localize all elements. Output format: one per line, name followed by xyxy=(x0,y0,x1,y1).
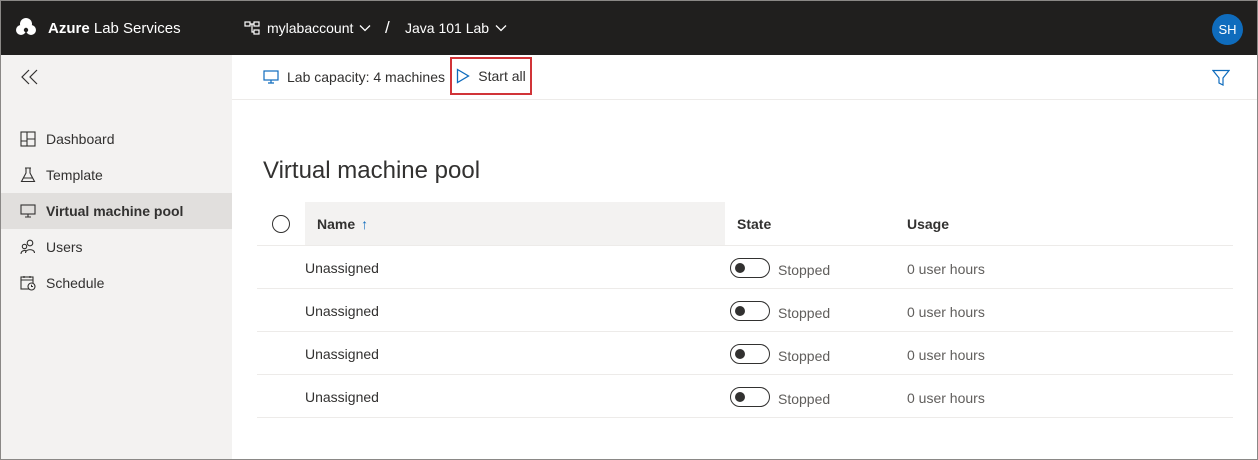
sidebar-item-virtual-machine-pool[interactable]: Virtual machine pool xyxy=(1,193,232,229)
column-header-state[interactable]: State xyxy=(737,216,771,232)
start-all-label: Start all xyxy=(478,68,526,84)
play-icon xyxy=(457,68,471,84)
double-chevron-left-icon[interactable] xyxy=(21,69,39,85)
lab-name: Java 101 Lab xyxy=(405,20,490,36)
sidebar-item-label: Dashboard xyxy=(46,131,115,147)
lab-account-icon xyxy=(244,21,260,35)
vm-state: Stopped xyxy=(778,391,831,407)
sidebar: Dashboard Template Virtual machine pool … xyxy=(1,55,232,459)
lab-selector[interactable]: Java 101 Lab xyxy=(405,20,507,36)
vm-state-toggle[interactable] xyxy=(730,301,770,321)
sidebar-item-label: Users xyxy=(46,239,83,255)
top-bar: Azure Lab Services mylabaccount / Java 1… xyxy=(1,1,1257,55)
command-bar: Lab capacity: 4 machines Start all xyxy=(232,55,1257,100)
vm-usage: 0 user hours xyxy=(907,304,985,320)
start-all-button[interactable]: Start all xyxy=(450,57,532,95)
flask-icon xyxy=(20,167,36,183)
vm-name: Unassigned xyxy=(305,260,379,276)
vm-name: Unassigned xyxy=(305,303,379,319)
sidebar-item-dashboard[interactable]: Dashboard xyxy=(1,121,232,157)
dashboard-icon xyxy=(20,131,36,147)
sidebar-item-template[interactable]: Template xyxy=(1,157,232,193)
vm-state-toggle[interactable] xyxy=(730,344,770,364)
lab-account-selector[interactable]: mylabaccount xyxy=(244,20,378,36)
vm-state: Stopped xyxy=(778,348,831,364)
select-all-checkbox[interactable] xyxy=(272,215,290,233)
user-avatar[interactable]: SH xyxy=(1212,14,1243,45)
vm-state: Stopped xyxy=(778,305,831,321)
vm-state: Stopped xyxy=(778,262,831,278)
sidebar-item-users[interactable]: Users xyxy=(1,229,232,265)
page-title: Virtual machine pool xyxy=(263,157,481,184)
table-row[interactable]: Unassigned Stopped 0 user hours xyxy=(257,289,1233,332)
vm-state-toggle[interactable] xyxy=(730,258,770,278)
lab-capacity[interactable]: Lab capacity: 4 machines xyxy=(263,69,445,85)
lab-capacity-label: Lab capacity: 4 machines xyxy=(287,69,445,85)
filter-icon[interactable] xyxy=(1212,69,1230,87)
sidebar-item-label: Virtual machine pool xyxy=(46,203,184,219)
column-header-usage[interactable]: Usage xyxy=(907,216,949,232)
table-row[interactable]: Unassigned Stopped 0 user hours xyxy=(257,375,1233,418)
vm-usage: 0 user hours xyxy=(907,390,985,406)
table-row[interactable]: Unassigned Stopped 0 user hours xyxy=(257,332,1233,375)
vm-name: Unassigned xyxy=(305,389,379,405)
azure-lab-services-logo-icon xyxy=(16,18,36,35)
chevron-down-icon xyxy=(495,25,507,32)
monitor-icon xyxy=(20,204,36,218)
monitor-icon xyxy=(263,70,279,84)
calendar-icon xyxy=(20,276,36,291)
table-row[interactable]: Unassigned Stopped 0 user hours xyxy=(257,246,1233,289)
breadcrumb-separator: / xyxy=(385,18,390,37)
chevron-down-icon xyxy=(359,25,371,32)
sidebar-item-label: Schedule xyxy=(46,275,105,291)
column-header-name[interactable]: Name ↑ xyxy=(317,216,368,232)
sidebar-item-schedule[interactable]: Schedule xyxy=(1,265,232,301)
sort-ascending-icon: ↑ xyxy=(361,216,369,232)
vm-usage: 0 user hours xyxy=(907,347,985,363)
vm-name: Unassigned xyxy=(305,346,379,362)
vm-state-toggle[interactable] xyxy=(730,387,770,407)
sidebar-item-label: Template xyxy=(46,167,103,183)
app-window: Azure Lab Services mylabaccount / Java 1… xyxy=(0,0,1258,460)
vm-usage: 0 user hours xyxy=(907,261,985,277)
brand-title[interactable]: Azure Lab Services xyxy=(48,20,181,37)
lab-account-name: mylabaccount xyxy=(267,20,354,36)
users-icon xyxy=(20,239,36,255)
